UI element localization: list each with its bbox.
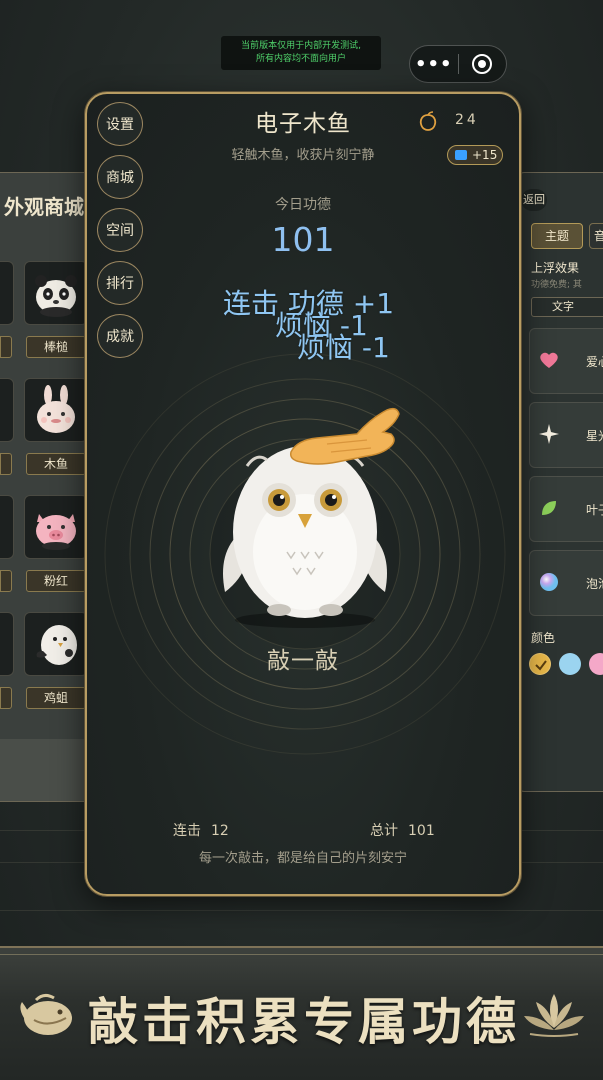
wooden-fish-card: 设置 商城 空间 排行 成就 电子木鱼 轻触木鱼，收获片刻宁静 24 +15 今… bbox=[85, 92, 521, 896]
pig-icon bbox=[36, 514, 76, 550]
color-swatch-gold[interactable] bbox=[529, 653, 551, 675]
more-menu-icon[interactable]: ••• bbox=[410, 54, 458, 75]
shop-item-partial[interactable] bbox=[0, 378, 14, 442]
banner-slogan: 敲击积累专属功德 bbox=[88, 993, 520, 1051]
ad-bonus-value: +15 bbox=[472, 148, 498, 162]
banner-divider bbox=[0, 954, 603, 955]
tab-theme[interactable]: 主题 bbox=[531, 223, 583, 249]
combo-value: 12 bbox=[211, 823, 229, 839]
bubble-icon bbox=[538, 571, 560, 593]
total-value: 101 bbox=[408, 823, 435, 839]
effect-label: 叶子 bbox=[586, 503, 603, 517]
shop-title: 外观商城 bbox=[4, 195, 84, 219]
total-label: 总计 bbox=[370, 823, 398, 839]
color-swatch-pink[interactable] bbox=[589, 653, 603, 675]
wooden-fish-icon bbox=[20, 993, 72, 1035]
effect-option-bubble[interactable]: 泡泡 bbox=[529, 550, 603, 616]
footer-quote: 每一次敲击，都是给自己的片刻安宁 bbox=[198, 851, 407, 866]
today-merit-value: 101 bbox=[271, 220, 335, 259]
effect-label: 泡泡 bbox=[586, 577, 603, 591]
background-wave-line bbox=[0, 910, 603, 911]
tab-sound[interactable]: 音 bbox=[589, 223, 603, 249]
effect-option-sparkle[interactable]: 星光 bbox=[529, 402, 603, 468]
close-miniprogram-button[interactable] bbox=[458, 54, 506, 74]
combo-label: 连击 bbox=[173, 823, 201, 839]
shop-item-partial[interactable] bbox=[0, 612, 14, 676]
shop-item-chick[interactable] bbox=[24, 612, 88, 676]
shop-item-bunny[interactable] bbox=[24, 378, 88, 442]
dev-notice: 当前版本仅用于内部开发测试, 所有内容均不面向用户 bbox=[221, 36, 381, 70]
float-effect-desc: 功德免费; 其 bbox=[531, 280, 582, 290]
bunny-icon bbox=[37, 385, 75, 433]
shop-item-label: 粉红 bbox=[26, 570, 86, 592]
leaf-icon bbox=[538, 497, 560, 519]
total-stat: 总计 101 bbox=[370, 820, 435, 840]
effect-option-leaf[interactable]: 叶子 bbox=[529, 476, 603, 542]
tapping-hand-icon bbox=[289, 407, 400, 465]
shop-label-partial bbox=[0, 570, 12, 592]
dev-notice-line2: 所有内容均不面向用户 bbox=[255, 54, 346, 64]
tv-icon bbox=[455, 150, 467, 160]
shop-item-label: 鸡蛆 bbox=[26, 687, 86, 709]
lotus-icon bbox=[524, 994, 584, 1037]
today-merit-label: 今日功德 bbox=[275, 197, 331, 213]
settings-panel: 返回 主题 音 上浮效果 功德免费; 其 文字 爱心 星光 叶子 泡泡 bbox=[518, 172, 603, 792]
ad-bonus-button[interactable]: +15 bbox=[447, 145, 503, 165]
shop-item-label: 木鱼 bbox=[26, 453, 86, 475]
shop-panel: 外观商城 棒槌 木鱼 粉红 鸡蛆 bbox=[0, 172, 96, 802]
effect-label: 星光 bbox=[586, 429, 603, 443]
float-text-worry: 烦恼 -1 bbox=[297, 331, 390, 364]
combo-stat: 连击 12 bbox=[173, 820, 229, 840]
shop-item-pig[interactable] bbox=[24, 495, 88, 559]
panda-icon bbox=[35, 275, 77, 317]
shop-label-partial bbox=[0, 453, 12, 475]
shop-panel-footer bbox=[0, 739, 95, 801]
mini-program-capsule: ••• bbox=[409, 45, 507, 83]
color-swatch-blue[interactable] bbox=[559, 653, 581, 675]
check-icon bbox=[535, 660, 547, 671]
effect-label: 爱心 bbox=[586, 355, 603, 369]
promo-banner: 敲击积累专属功德 bbox=[0, 946, 603, 1080]
shop-label-partial bbox=[0, 336, 12, 358]
shop-item-panda[interactable] bbox=[24, 261, 88, 325]
coin-count: 24 bbox=[455, 112, 479, 128]
heart-icon bbox=[538, 349, 560, 371]
shop-label-partial bbox=[0, 687, 12, 709]
close-circle-icon bbox=[472, 54, 493, 74]
ranking-button[interactable]: 排行 bbox=[97, 261, 143, 305]
tap-label: 敲一敲 bbox=[267, 648, 339, 674]
effect-option-heart[interactable]: 爱心 bbox=[529, 328, 603, 394]
chick-icon bbox=[36, 625, 77, 665]
dev-notice-line1: 当前版本仅用于内部开发测试, bbox=[241, 41, 361, 51]
color-title: 颜色 bbox=[531, 631, 556, 645]
shop-item-label: 棒槌 bbox=[26, 336, 86, 358]
shop-item-partial[interactable] bbox=[0, 495, 14, 559]
sparkle-icon bbox=[538, 423, 560, 445]
float-effect-title: 上浮效果 bbox=[531, 261, 580, 275]
back-button[interactable]: 返回 bbox=[521, 189, 547, 211]
peach-coin-icon bbox=[419, 111, 437, 131]
text-effect-button[interactable]: 文字 bbox=[531, 297, 603, 317]
shop-item-partial[interactable] bbox=[0, 261, 14, 325]
